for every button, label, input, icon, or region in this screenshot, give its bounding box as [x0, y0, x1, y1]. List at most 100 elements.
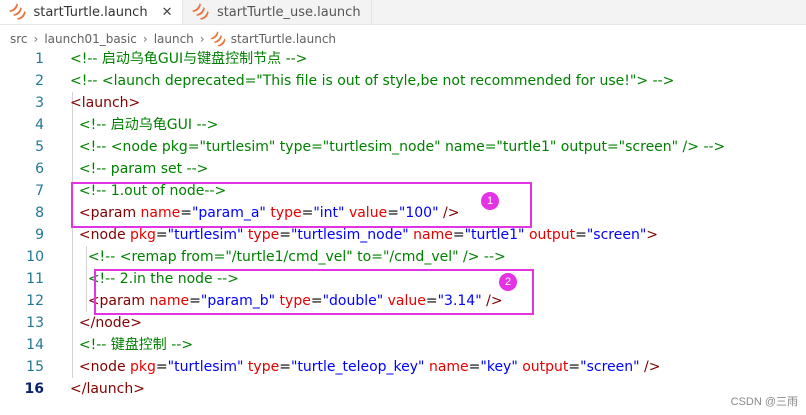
code-token: "screen"	[586, 227, 647, 243]
code-token: name	[413, 227, 453, 243]
line-number: 15	[26, 359, 44, 375]
chevron-right-icon: ›	[199, 32, 205, 46]
line-number: 1	[35, 51, 44, 67]
code-text: </node>	[70, 312, 142, 334]
code-token: name	[428, 359, 469, 375]
code-line[interactable]: 1 <!-- 启动乌龟GUI与键盘控制节点 -->	[0, 48, 806, 70]
line-number: 16	[24, 381, 44, 397]
code-text: <launch>	[70, 92, 140, 114]
tab-bar: ))) startTurtle.launch ✕ ))) startTurtle…	[0, 0, 806, 25]
code-text: <!-- <launch deprecated="This file is ou…	[70, 70, 674, 92]
code-line[interactable]: 6 <!-- param set -->	[0, 158, 806, 180]
tab-label: startTurtle.launch	[33, 4, 148, 20]
code-text: <!-- param set -->	[70, 158, 208, 180]
code-token: "turtlesim"	[167, 359, 244, 375]
code-token: =	[155, 227, 168, 243]
line-number: 8	[35, 205, 44, 221]
tab-starturtle-use-launch[interactable]: ))) startTurtle_use.launch	[183, 0, 372, 24]
code-token: =	[568, 359, 581, 375]
line-number: 2	[35, 73, 44, 89]
code-token: type	[247, 359, 280, 375]
code-token: "turtlesim_node"	[290, 227, 409, 243]
breadcrumb-item-package[interactable]: launch01_basic	[44, 32, 137, 46]
line-number: 7	[35, 183, 44, 199]
code-token: <!-- <node pkg="turtlesim" type="turtles…	[78, 139, 726, 155]
breadcrumb-item-file[interactable]: startTurtle.launch	[231, 32, 336, 46]
code-text: </launch>	[70, 378, 145, 400]
line-number: 3	[35, 95, 44, 111]
chevron-right-icon: ›	[142, 32, 148, 46]
rss-file-icon: )))	[7, 1, 29, 23]
code-token: =	[155, 359, 168, 375]
code-token: =	[452, 227, 465, 243]
code-line[interactable]: 4 <!-- 启动乌龟GUI -->	[0, 114, 806, 136]
code-token: <!-- <launch deprecated="This file is ou…	[70, 73, 675, 89]
code-line[interactable]: 10 <!-- <remap from="/turtle1/cmd_vel" t…	[0, 246, 806, 268]
code-line[interactable]: 5 <!-- <node pkg="turtlesim" type="turtl…	[0, 136, 806, 158]
code-token: <!-- 启动乌龟GUI -->	[78, 117, 219, 133]
code-text: <node pkg="turtlesim" type="turtle_teleo…	[70, 356, 661, 378]
line-number: 14	[26, 337, 44, 353]
code-text: <!-- 启动乌龟GUI -->	[70, 114, 218, 136]
code-line[interactable]: 2 <!-- <launch deprecated="This file is o…	[0, 70, 806, 92]
highlight-box-in-the-node	[94, 269, 534, 315]
code-token: output	[522, 359, 569, 375]
rss-file-icon: )))	[208, 29, 229, 49]
code-token: <!-- 键盘控制 -->	[78, 337, 194, 353]
code-token: <!-- 启动乌龟GUI与键盘控制节点 -->	[70, 51, 308, 67]
breadcrumb-item-folder[interactable]: launch	[154, 32, 194, 46]
breadcrumb: src › launch01_basic › launch › ))) star…	[10, 29, 336, 49]
close-icon[interactable]: ✕	[162, 5, 173, 20]
code-text: <!-- 启动乌龟GUI与键盘控制节点 -->	[70, 48, 307, 70]
line-number: 6	[35, 161, 44, 177]
code-token: <!-- <remap from="/turtle1/cmd_vel" to="…	[87, 249, 506, 265]
code-line[interactable]: 15 <node pkg="turtlesim" type="turtle_te…	[0, 356, 806, 378]
code-token: <node	[78, 359, 126, 375]
code-token: =	[279, 227, 291, 243]
code-token: <!-- param set -->	[78, 161, 209, 177]
rss-file-icon: )))	[190, 1, 213, 23]
line-number: 5	[35, 139, 44, 155]
code-token: =	[468, 359, 481, 375]
tab-label: startTurtle_use.launch	[216, 4, 361, 20]
code-editor[interactable]: 1 <!-- 启动乌龟GUI与键盘控制节点 --> 2 <!-- <launch de…	[0, 48, 806, 415]
annotation-badge-2: 2	[499, 273, 517, 291]
code-token: output	[528, 227, 576, 243]
highlight-box-out-of-node	[71, 182, 532, 228]
code-token: <node	[78, 227, 126, 243]
code-token: >	[646, 227, 659, 243]
watermark: CSDN @三雨	[730, 396, 798, 408]
code-token: "turtlesim"	[167, 227, 244, 243]
code-token: "turtle_teleop_key"	[290, 359, 425, 375]
code-line[interactable]: 13 </node>	[0, 312, 806, 334]
code-line[interactable]: 3 <launch>	[0, 92, 806, 114]
code-token: <launch>	[70, 95, 141, 111]
code-token: =	[279, 359, 291, 375]
code-token: "screen"	[580, 359, 640, 375]
code-token: =	[575, 227, 587, 243]
code-token: pkg	[130, 227, 156, 243]
line-number: 13	[26, 315, 44, 331]
code-token: />	[644, 359, 661, 375]
breadcrumb-item-src[interactable]: src	[10, 32, 28, 46]
annotation-badge-1: 1	[481, 192, 499, 210]
code-token: "key"	[480, 359, 518, 375]
line-number: 4	[35, 117, 44, 133]
tab-starturtle-launch[interactable]: ))) startTurtle.launch ✕	[0, 0, 184, 24]
code-line[interactable]: 16 </launch>	[0, 378, 806, 400]
line-number: 9	[35, 227, 44, 243]
code-token: </launch>	[70, 381, 145, 397]
code-text: <!-- <remap from="/turtle1/cmd_vel" to="…	[70, 246, 506, 268]
code-line[interactable]: 14 <!-- 键盘控制 -->	[0, 334, 806, 356]
line-number: 11	[26, 271, 44, 287]
line-number: 12	[26, 293, 44, 309]
